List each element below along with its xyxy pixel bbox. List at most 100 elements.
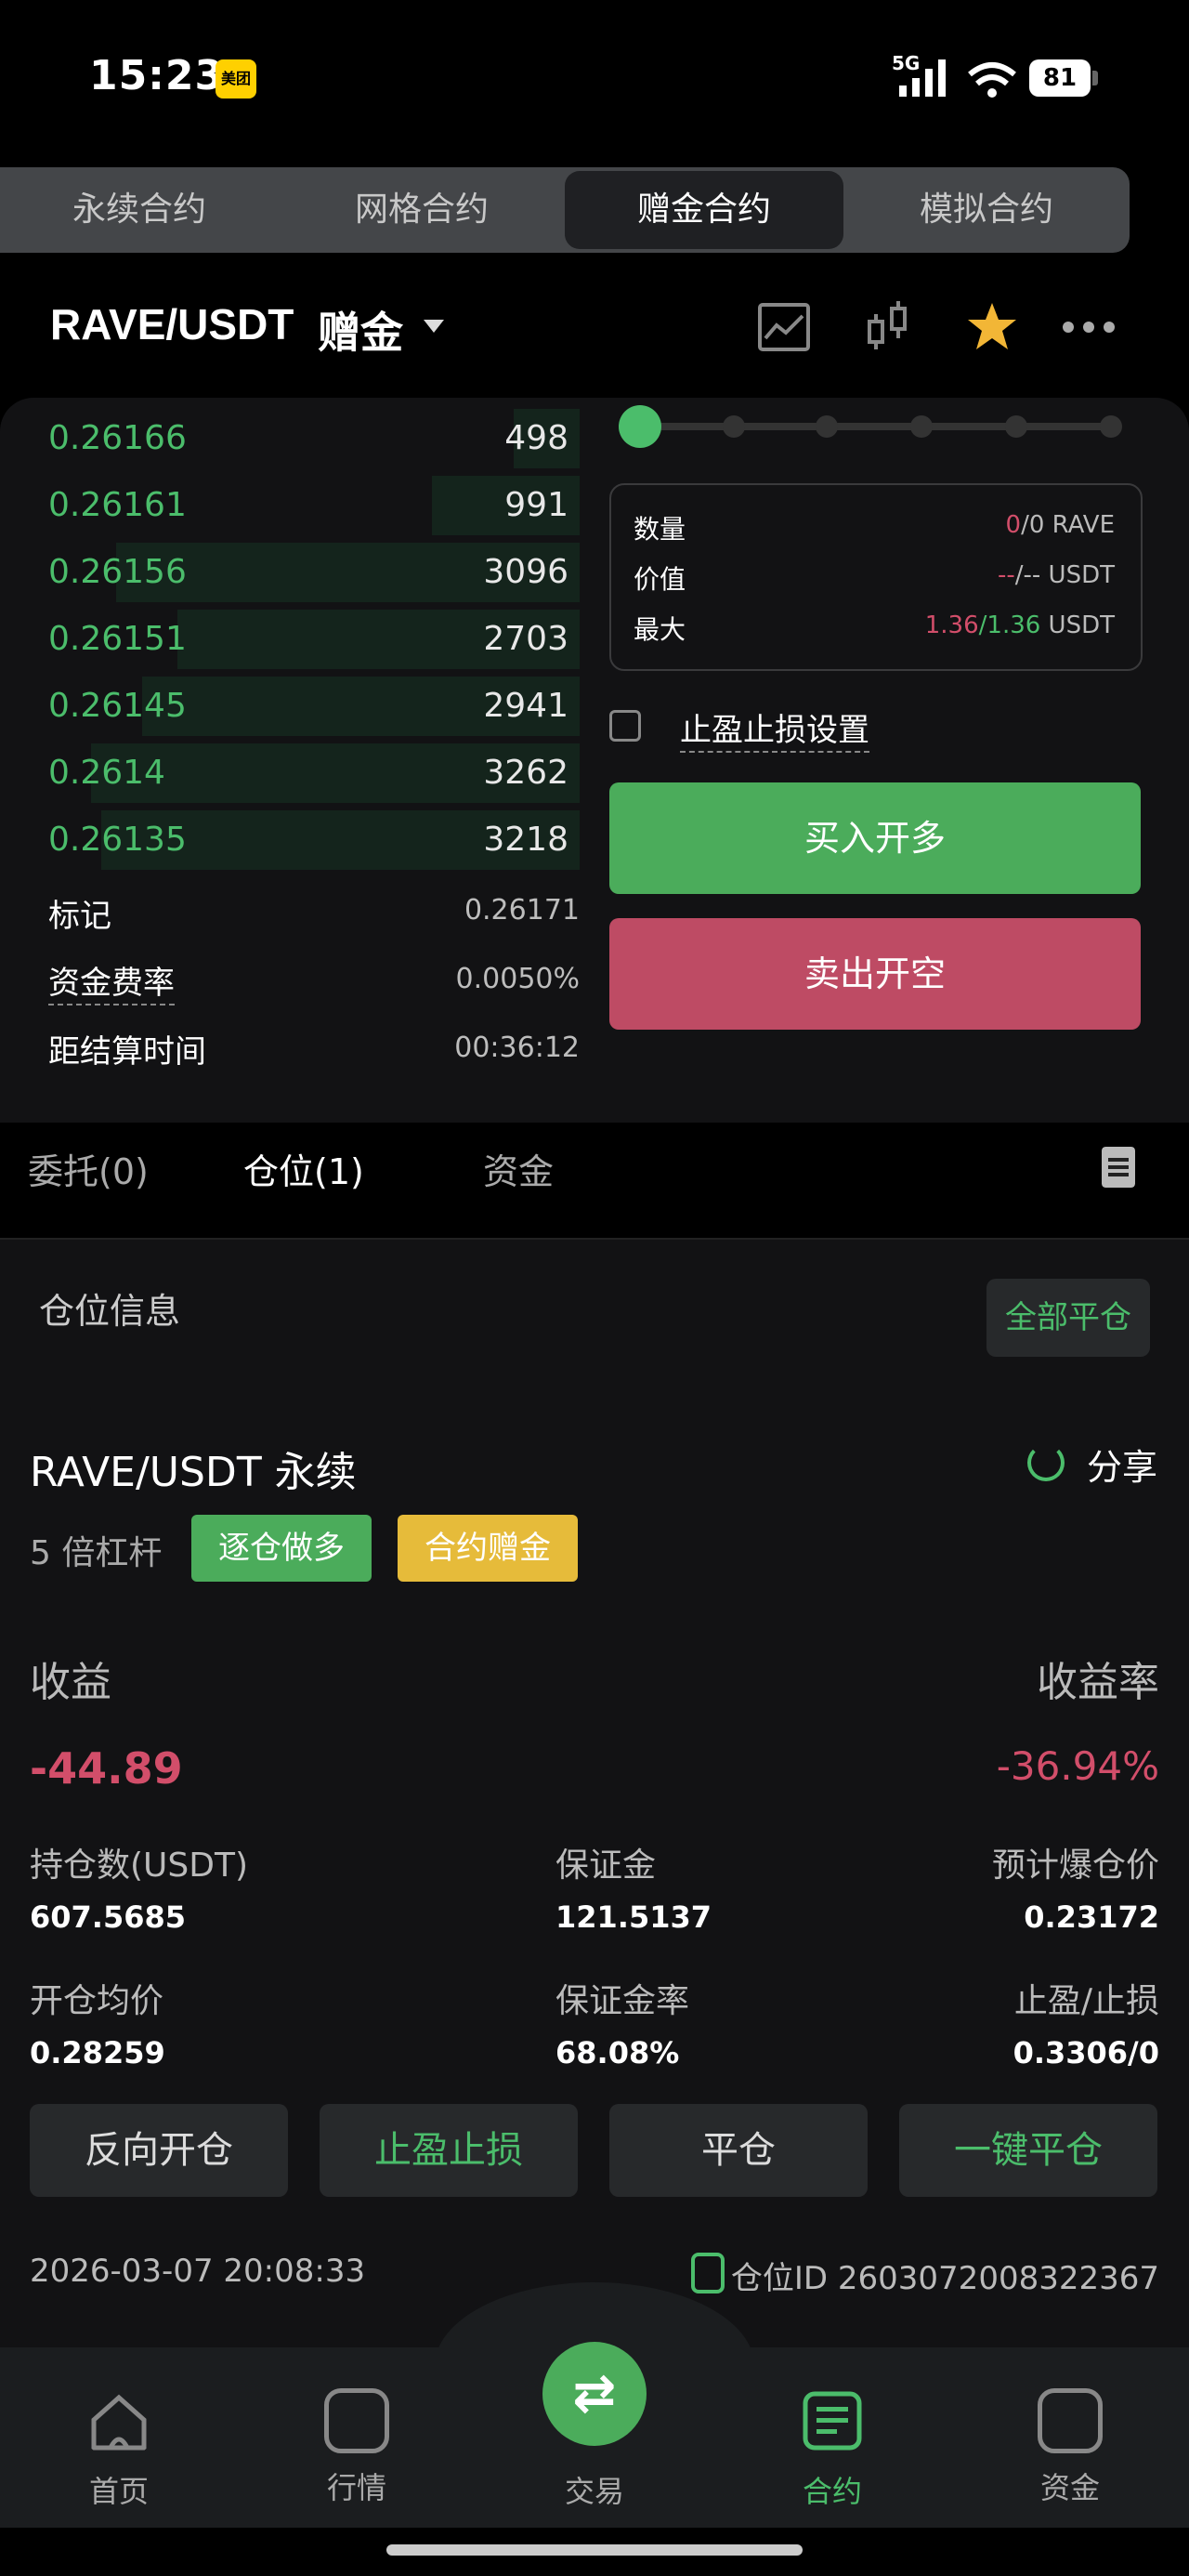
slider-step[interactable] xyxy=(1100,415,1122,438)
order-book-row[interactable]: 0.26151 2703 xyxy=(0,606,594,673)
home-indicator xyxy=(386,2544,803,2556)
funding-rate-label[interactable]: 资金费率 xyxy=(48,957,175,1005)
order-book-row[interactable]: 0.2614 3262 xyxy=(0,740,594,807)
tpsl-checkbox[interactable] xyxy=(609,710,641,742)
value-value-current: -- xyxy=(998,561,1015,589)
sell-short-button[interactable]: 卖出开空 xyxy=(609,918,1141,1030)
tpsl-settings-label[interactable]: 止盈止损设置 xyxy=(680,704,869,753)
value-value-total: /-- USDT xyxy=(1014,561,1115,589)
wifi-icon xyxy=(968,62,1016,98)
margin-value: 121.5137 xyxy=(555,1899,712,1935)
liq-price-label: 预计爆仓价 xyxy=(991,1847,1159,1885)
tab-grid[interactable]: 网格合约 xyxy=(282,167,561,253)
tpsl-label: 止盈/止损 xyxy=(1013,1982,1159,2020)
chevron-down-icon[interactable] xyxy=(424,320,444,333)
reverse-open-button[interactable]: 反向开仓 xyxy=(30,2104,288,2197)
more-icon[interactable] xyxy=(1061,299,1117,355)
nav-market[interactable]: 行情 xyxy=(292,2388,422,2507)
order-book-row[interactable]: 0.26161 991 xyxy=(0,472,594,539)
ask-price: 0.26135 xyxy=(48,821,187,859)
tab-demo[interactable]: 模拟合约 xyxy=(847,167,1126,253)
tab-perpetual[interactable]: 永续合约 xyxy=(0,167,279,253)
nav-home[interactable]: 首页 xyxy=(54,2388,184,2511)
contract-icon xyxy=(803,2391,862,2451)
position-title: RAVE/USDT 永续 xyxy=(30,1449,357,1496)
qty-value: 0/0 RAVE xyxy=(1006,511,1115,539)
liq-price-value: 0.23172 xyxy=(1024,1899,1159,1935)
ask-price: 0.2614 xyxy=(48,754,165,792)
pnl-rate-value: -36.94% xyxy=(996,1743,1159,1789)
max-value-a: 1.36 xyxy=(924,611,979,639)
tab-funds[interactable]: 资金 xyxy=(483,1143,554,1194)
nav-trade-label[interactable]: 交易 xyxy=(542,2468,647,2511)
max-value: 1.36/1.36 USDT xyxy=(925,611,1115,639)
tpsl-button[interactable]: 止盈止损 xyxy=(320,2104,578,2197)
nav-funds[interactable]: 资金 xyxy=(1005,2388,1135,2507)
order-book-row[interactable]: 0.26156 3096 xyxy=(0,539,594,606)
leverage-label: 5 倍杠杆 xyxy=(30,1534,163,1572)
pnl-rate-label: 收益率 xyxy=(1037,1659,1159,1706)
max-label: 最大 xyxy=(634,614,686,645)
ask-price: 0.26161 xyxy=(48,486,187,524)
tab-orders[interactable]: 委托(0) xyxy=(28,1143,149,1194)
order-book-row[interactable]: 0.26135 3218 xyxy=(0,807,594,874)
tpsl-value: 0.3306/0 xyxy=(1013,2035,1159,2070)
ask-qty: 2703 xyxy=(483,620,568,658)
bonus-badge: 合约赠金 xyxy=(398,1515,578,1582)
tab-positions[interactable]: 仓位(1) xyxy=(243,1143,364,1194)
tab-bonus[interactable]: 赠金合约 xyxy=(565,171,843,249)
wallet-icon xyxy=(1038,2388,1103,2453)
candlestick-icon[interactable] xyxy=(860,299,916,355)
ask-qty: 2941 xyxy=(483,687,568,725)
buy-long-button[interactable]: 买入开多 xyxy=(609,782,1141,894)
slider-step[interactable] xyxy=(910,415,933,438)
share-button[interactable]: 分享 xyxy=(1087,1439,1157,1490)
margin-label: 保证金 xyxy=(555,1847,657,1885)
ask-price: 0.26166 xyxy=(48,419,187,457)
slider-knob[interactable] xyxy=(619,405,661,448)
slider-step[interactable] xyxy=(1005,415,1027,438)
value-value: --/-- USDT xyxy=(998,561,1115,589)
share-icon[interactable] xyxy=(1027,1444,1065,1481)
position-info-title: 仓位信息 xyxy=(39,1291,181,1332)
tpsl-settings-text: 止盈止损设置 xyxy=(680,712,869,753)
one-click-close-button[interactable]: 一键平仓 xyxy=(899,2104,1157,2197)
slider-step[interactable] xyxy=(723,415,745,438)
position-id: 仓位ID 2603072008322367 xyxy=(730,2260,1159,2297)
leverage-slider-track[interactable] xyxy=(639,423,1113,430)
copy-icon[interactable] xyxy=(691,2253,725,2293)
value-label: 价值 xyxy=(634,564,686,595)
max-value-b: /1.36 xyxy=(978,611,1041,639)
size-value: 607.5685 xyxy=(30,1899,187,1935)
entry-price-label: 开仓均价 xyxy=(30,1982,164,2020)
pair-mode[interactable]: 赠金 xyxy=(318,299,403,361)
nav-market-label: 行情 xyxy=(326,2470,386,2505)
chart-line-icon[interactable] xyxy=(756,299,812,355)
slider-step[interactable] xyxy=(816,415,838,438)
close-position-button[interactable]: 平仓 xyxy=(609,2104,868,2197)
ask-qty: 498 xyxy=(504,419,568,457)
swap-icon[interactable]: ⇄ xyxy=(542,2342,647,2446)
settle-time-value: 00:36:12 xyxy=(454,1032,580,1064)
pnl-label: 收益 xyxy=(30,1659,111,1706)
margin-rate-value: 68.08% xyxy=(555,2035,680,2070)
document-icon[interactable] xyxy=(1102,1147,1135,1188)
order-book-row[interactable]: 0.26145 2941 xyxy=(0,673,594,740)
pnl-value: -44.89 xyxy=(30,1743,183,1794)
ask-qty: 3218 xyxy=(483,821,568,859)
close-all-button[interactable]: 全部平仓 xyxy=(986,1279,1150,1357)
star-icon[interactable] xyxy=(964,299,1020,355)
battery-tip xyxy=(1092,71,1098,85)
entry-price-value: 0.28259 xyxy=(30,2035,165,2070)
nav-contract[interactable]: 合约 xyxy=(767,2388,897,2511)
order-book-row[interactable]: 0.26166 498 xyxy=(0,405,594,472)
ask-price: 0.26151 xyxy=(48,620,187,658)
margin-rate-label: 保证金率 xyxy=(555,1982,690,2020)
pair-name[interactable]: RAVE/USDT xyxy=(50,299,294,349)
ask-qty: 3096 xyxy=(483,553,568,591)
isolated-long-badge: 逐仓做多 xyxy=(191,1515,372,1582)
ask-price: 0.26156 xyxy=(48,553,187,591)
status-time: 15:23 xyxy=(89,52,225,99)
ask-qty: 991 xyxy=(504,486,568,524)
battery-icon: 81 xyxy=(1029,59,1091,97)
